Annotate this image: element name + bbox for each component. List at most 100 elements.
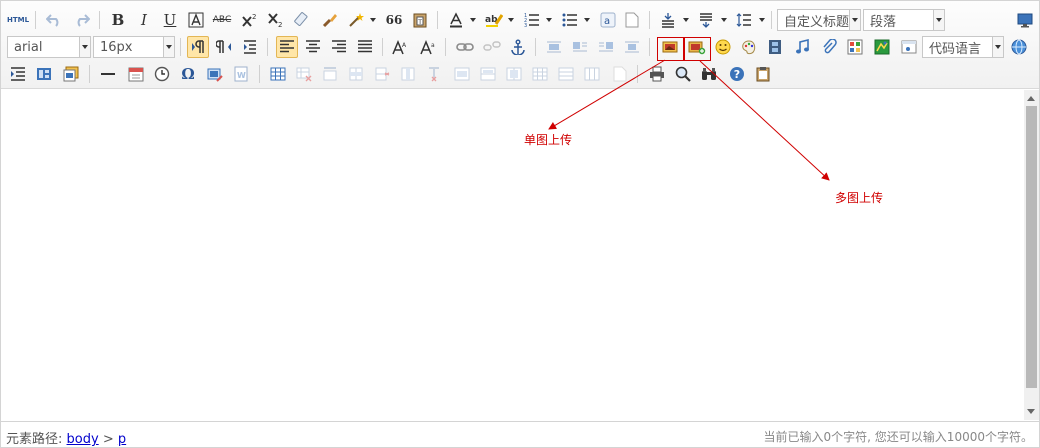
background-button[interactable] <box>60 63 82 85</box>
chevron-down-icon[interactable] <box>546 18 552 22</box>
preview-button[interactable] <box>672 63 694 85</box>
chevron-down-icon[interactable] <box>584 18 590 22</box>
image-right-button[interactable] <box>595 36 617 58</box>
lowercase-button[interactable]: a <box>417 36 439 58</box>
unlink-button[interactable] <box>481 36 503 58</box>
ordered-list-button[interactable]: 123 <box>521 9 543 31</box>
split-to-cols-button[interactable] <box>581 63 603 85</box>
new-document-button[interactable] <box>621 9 643 31</box>
anchor-text-button[interactable]: a <box>597 9 619 31</box>
paragraph-select[interactable]: 段落 <box>863 9 945 31</box>
font-size-select[interactable]: 16px <box>93 36 175 58</box>
page-break-button[interactable] <box>1008 36 1030 58</box>
delete-col-button[interactable] <box>423 63 445 85</box>
chevron-down-icon[interactable] <box>370 18 376 22</box>
font-border-button[interactable] <box>185 9 207 31</box>
special-chars-button[interactable]: Ω <box>177 63 199 85</box>
split-to-rows-button[interactable] <box>555 63 577 85</box>
merge-right-button[interactable] <box>477 63 499 85</box>
direction-ltr-button[interactable] <box>187 36 209 58</box>
line-height-button[interactable] <box>733 9 755 31</box>
template-button[interactable] <box>33 63 55 85</box>
insert-table-button[interactable] <box>267 63 289 85</box>
word-image-button[interactable]: W <box>230 63 252 85</box>
chart-button[interactable] <box>609 63 631 85</box>
row-spacing-bottom-button[interactable] <box>695 9 717 31</box>
subscript-button[interactable]: 2 <box>265 9 287 31</box>
auto-typeset-button[interactable] <box>345 9 367 31</box>
merge-cells-button[interactable] <box>451 63 473 85</box>
remove-format-button[interactable] <box>291 9 313 31</box>
insert-paragraph-button[interactable] <box>7 63 29 85</box>
uppercase-button[interactable]: A <box>389 36 411 58</box>
html-source-button[interactable]: HTML <box>7 9 29 31</box>
scroll-down-arrow-icon[interactable] <box>1027 409 1035 414</box>
attachment-button[interactable] <box>818 36 840 58</box>
insert-map-button[interactable] <box>871 36 893 58</box>
map-icon <box>874 39 890 55</box>
redo-button[interactable] <box>71 9 93 31</box>
insert-video-button[interactable] <box>764 36 786 58</box>
chevron-down-icon[interactable] <box>721 18 727 22</box>
insert-col-button[interactable] <box>397 63 419 85</box>
delete-table-button[interactable] <box>293 63 315 85</box>
scroll-up-arrow-icon[interactable] <box>1027 96 1035 101</box>
draft-button[interactable] <box>752 63 774 85</box>
chevron-down-icon[interactable] <box>683 18 689 22</box>
align-right-button[interactable] <box>328 36 350 58</box>
row-spacing-top-button[interactable] <box>657 9 679 31</box>
underline-button[interactable]: U <box>159 9 181 31</box>
unordered-list-button[interactable] <box>559 9 581 31</box>
align-center-button[interactable] <box>302 36 324 58</box>
element-path-p[interactable]: p <box>118 432 126 447</box>
image-none-button[interactable] <box>543 36 565 58</box>
insert-image-editor-button[interactable] <box>204 63 226 85</box>
superscript-button[interactable]: 2 <box>239 9 261 31</box>
print-button[interactable] <box>646 63 668 85</box>
fullscreen-button[interactable] <box>1014 9 1036 31</box>
delete-row-button[interactable] <box>371 63 393 85</box>
chevron-down-icon[interactable] <box>508 18 514 22</box>
align-left-button[interactable] <box>276 36 298 58</box>
heading-select[interactable]: 自定义标题 <box>777 9 861 31</box>
bold-button[interactable]: B <box>107 9 129 31</box>
vertical-scrollbar[interactable] <box>1024 90 1039 420</box>
chevron-down-icon[interactable] <box>759 18 765 22</box>
undo-button[interactable] <box>43 9 65 31</box>
search-replace-button[interactable] <box>698 63 720 85</box>
strikethrough-button[interactable]: ABC <box>211 9 233 31</box>
insert-music-button[interactable] <box>791 36 813 58</box>
scrawl-button[interactable] <box>738 36 760 58</box>
indent-button[interactable] <box>239 36 261 58</box>
element-path-body[interactable]: body <box>67 432 99 447</box>
chevron-down-icon[interactable] <box>470 18 476 22</box>
insert-caption-button[interactable] <box>319 63 341 85</box>
horizontal-rule-button[interactable] <box>97 63 119 85</box>
italic-button[interactable]: I <box>133 9 155 31</box>
image-center-button[interactable] <box>621 36 643 58</box>
emotion-button[interactable] <box>712 36 734 58</box>
direction-rtl-button[interactable] <box>213 36 235 58</box>
font-family-select[interactable]: arial <box>7 36 91 58</box>
insert-code-button[interactable] <box>898 36 920 58</box>
toolbar-separator <box>99 11 100 29</box>
image-left-button[interactable] <box>569 36 591 58</box>
code-language-select[interactable]: 代码语言 <box>922 36 1004 58</box>
editor-content-area[interactable] <box>1 90 1023 420</box>
scrollbar-thumb[interactable] <box>1026 106 1037 388</box>
blockquote-button[interactable]: 66 <box>383 9 405 31</box>
font-color-button[interactable] <box>445 9 467 31</box>
insert-link-button[interactable] <box>454 36 476 58</box>
insert-date-button[interactable] <box>125 63 147 85</box>
insert-time-button[interactable] <box>151 63 173 85</box>
split-cells-button[interactable] <box>529 63 551 85</box>
format-painter-button[interactable] <box>319 9 341 31</box>
anchor-button[interactable] <box>507 36 529 58</box>
paste-plain-button[interactable]: T <box>409 9 431 31</box>
help-button[interactable]: ? <box>726 63 748 85</box>
insert-frame-button[interactable] <box>844 36 866 58</box>
align-justify-button[interactable] <box>354 36 376 58</box>
insert-row-button[interactable] <box>345 63 367 85</box>
background-color-button[interactable]: ab <box>483 9 505 31</box>
merge-down-button[interactable] <box>503 63 525 85</box>
